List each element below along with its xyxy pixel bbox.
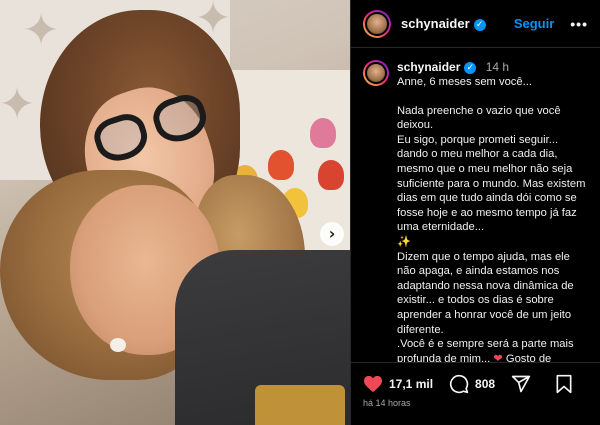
heart-emoji: ❤ bbox=[493, 352, 503, 362]
comment-header: schynaider ✓ 14 h bbox=[397, 60, 589, 75]
pillow-star-icon: ✦ bbox=[22, 5, 60, 56]
comment-icon[interactable] bbox=[449, 374, 469, 394]
bear-print bbox=[310, 118, 336, 148]
earring bbox=[110, 338, 126, 352]
caption-text: Anne, 6 meses sem você... Nada preenche … bbox=[397, 75, 589, 362]
next-arrow-icon[interactable]: › bbox=[320, 222, 344, 246]
post-side-panel: schynaider ✓ Seguir ••• schynaider ✓ 14 h … bbox=[350, 0, 600, 425]
share-button[interactable] bbox=[511, 374, 531, 394]
avatar[interactable] bbox=[363, 9, 391, 38]
caption-line: Eu sigo, porque prometi seguir... dando … bbox=[397, 133, 586, 234]
caption-line: Anne, 6 meses sem você... bbox=[397, 76, 532, 88]
caption-line: Dizem que o tempo ajuda, mas ele não apa… bbox=[397, 250, 574, 336]
comment-time: 14 h bbox=[485, 60, 510, 74]
post-date: há 14 horas bbox=[363, 398, 411, 408]
sparkles-emoji: ✨ bbox=[397, 235, 411, 248]
comment-username[interactable]: schynaider bbox=[397, 60, 460, 74]
caption-comment: schynaider ✓ 14 h Anne, 6 meses sem você.… bbox=[351, 48, 600, 362]
heart-icon[interactable] bbox=[363, 375, 383, 393]
bookmark-icon[interactable] bbox=[555, 374, 573, 394]
verified-badge-icon: ✓ bbox=[464, 62, 477, 74]
verified-badge-icon: ✓ bbox=[473, 19, 486, 31]
pillow-star-icon: ✦ bbox=[0, 79, 36, 130]
like-button[interactable]: 17,1 mil bbox=[363, 375, 433, 393]
bear-print bbox=[318, 160, 344, 190]
tshirt-print bbox=[255, 385, 345, 425]
save-button[interactable] bbox=[555, 374, 573, 394]
header-username[interactable]: schynaider ✓ bbox=[401, 16, 486, 31]
caption-line: .Você é e sempre será a parte mais profu… bbox=[397, 337, 589, 362]
more-options-icon[interactable]: ••• bbox=[570, 16, 588, 32]
follow-button[interactable]: Seguir bbox=[514, 16, 554, 31]
share-icon[interactable] bbox=[511, 374, 531, 394]
comments-count: 808 bbox=[475, 376, 496, 391]
comment-avatar[interactable] bbox=[363, 60, 389, 86]
post-header: schynaider ✓ Seguir ••• bbox=[351, 0, 600, 48]
post-photo[interactable]: ✦ ✦ ✦ ✦ › bbox=[0, 0, 350, 425]
likes-count: 17,1 mil bbox=[389, 376, 434, 391]
bear-print bbox=[268, 150, 294, 180]
comment-button[interactable]: 808 bbox=[449, 374, 495, 394]
caption-line: Nada preenche o vazio que você deixou. bbox=[397, 104, 561, 132]
